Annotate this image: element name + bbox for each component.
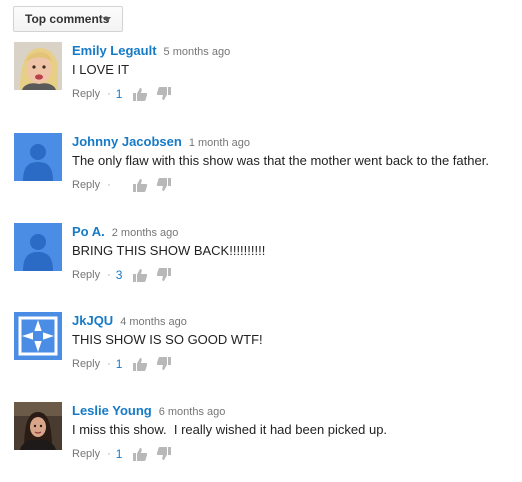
comment-time[interactable]: 1 month ago xyxy=(189,137,250,149)
comment-item: Johnny Jacobsen 1 month ago The only flaw… xyxy=(14,133,514,213)
chevron-down-icon xyxy=(103,17,111,22)
reply-button[interactable]: Reply xyxy=(72,448,100,460)
comment-author[interactable]: Leslie Young xyxy=(72,403,152,418)
thumbs-up-icon[interactable] xyxy=(132,267,148,283)
like-count: 1 xyxy=(115,447,123,461)
thumbs-down-icon[interactable] xyxy=(156,177,172,193)
comment-time[interactable]: 5 months ago xyxy=(164,46,231,58)
comment-time[interactable]: 4 months ago xyxy=(120,316,187,328)
comment-author[interactable]: Po A. xyxy=(72,224,105,239)
thumbs-down-icon[interactable] xyxy=(156,356,172,372)
like-count: 3 xyxy=(115,268,123,282)
thumbs-up-icon[interactable] xyxy=(132,446,148,462)
comment-actions: Reply · xyxy=(72,176,514,194)
thumbs-up-icon[interactable] xyxy=(132,86,148,102)
reply-button[interactable]: Reply xyxy=(72,88,100,100)
comment-actions: Reply · 1 xyxy=(72,85,514,103)
thumbs-up-icon[interactable] xyxy=(132,356,148,372)
comment-author[interactable]: Johnny Jacobsen xyxy=(72,134,182,149)
comment-actions: Reply · 1 xyxy=(72,445,514,463)
reply-button[interactable]: Reply xyxy=(72,269,100,281)
comment-text: I LOVE IT xyxy=(72,62,130,77)
like-count: 1 xyxy=(115,357,123,371)
sort-label: Top comments xyxy=(25,12,110,26)
like-count: 1 xyxy=(115,87,123,101)
thumbs-down-icon[interactable] xyxy=(156,446,172,462)
separator-dot: · xyxy=(107,269,111,281)
comment-item: JkJQU 4 months ago THIS SHOW IS SO GOOD W… xyxy=(14,312,514,392)
separator-dot: · xyxy=(107,358,111,370)
thumbs-down-icon[interactable] xyxy=(156,267,172,283)
separator-dot: · xyxy=(107,448,111,460)
comment-item: Emily Legault 5 months ago I LOVE IT Repl… xyxy=(14,42,514,122)
reply-button[interactable]: Reply xyxy=(72,179,100,191)
comment-author[interactable]: Emily Legault xyxy=(72,43,157,58)
thumbs-up-icon[interactable] xyxy=(132,177,148,193)
separator-dot: · xyxy=(107,179,111,191)
comment-item: Po A. 2 months ago BRING THIS SHOW BACK!!… xyxy=(14,223,514,303)
sort-comments-dropdown[interactable]: Top comments xyxy=(13,6,123,32)
comment-time[interactable]: 2 months ago xyxy=(112,227,179,239)
comment-item: Leslie Young 6 months ago I miss this sho… xyxy=(14,402,514,482)
avatar[interactable] xyxy=(14,223,62,271)
avatar[interactable] xyxy=(14,133,62,181)
avatar[interactable] xyxy=(14,402,62,450)
avatar[interactable] xyxy=(14,42,62,90)
comment-text: The only flaw with this show was that th… xyxy=(72,153,489,168)
thumbs-down-icon[interactable] xyxy=(156,86,172,102)
separator-dot: · xyxy=(107,88,111,100)
comment-actions: Reply · 1 xyxy=(72,355,514,373)
comment-actions: Reply · 3 xyxy=(72,266,514,284)
avatar[interactable] xyxy=(14,312,62,360)
comment-text: BRING THIS SHOW BACK!!!!!!!!!! xyxy=(72,243,266,258)
comment-author[interactable]: JkJQU xyxy=(72,313,113,328)
comment-text: I miss this show. I really wished it had… xyxy=(72,422,388,437)
reply-button[interactable]: Reply xyxy=(72,358,100,370)
comment-text: THIS SHOW IS SO GOOD WTF! xyxy=(72,332,263,347)
comment-time[interactable]: 6 months ago xyxy=(159,406,226,418)
